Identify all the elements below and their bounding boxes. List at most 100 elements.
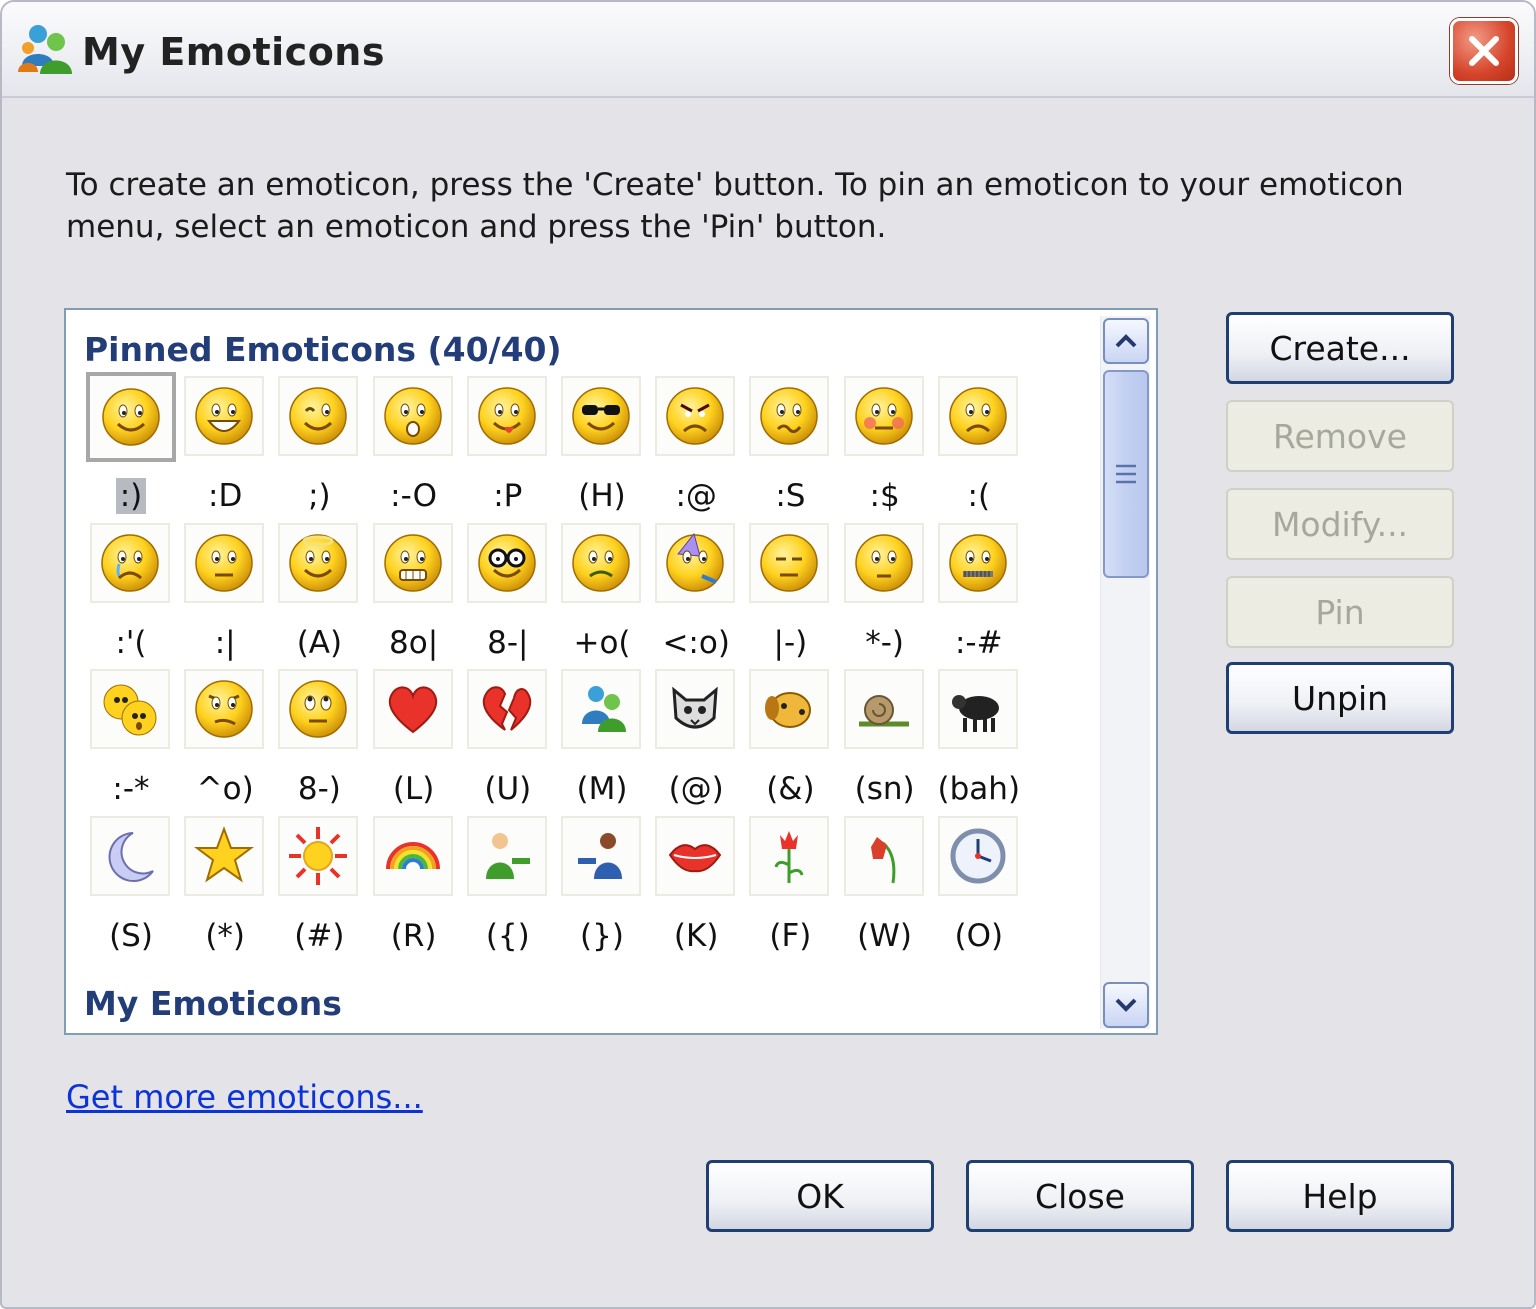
rainbow-icon: [372, 815, 453, 896]
emoticon-shortcut-text: ({): [485, 917, 530, 954]
emoticon-item[interactable]: :-O: [367, 374, 461, 520]
close-window-button[interactable]: [1450, 18, 1518, 84]
get-more-emoticons-link[interactable]: Get more emoticons...: [66, 1078, 423, 1116]
emoticon-shortcut: :): [84, 478, 178, 514]
emoticon-item[interactable]: (sn): [838, 667, 932, 813]
emoticon-item[interactable]: (K): [649, 814, 743, 960]
emoticon-item[interactable]: :P: [461, 374, 555, 520]
scroll-up-button[interactable]: [1103, 318, 1149, 364]
emoticon-item[interactable]: :@: [649, 374, 743, 520]
angry-icon: [655, 376, 736, 456]
emoticon-item[interactable]: (&): [743, 667, 837, 813]
sad-icon: [937, 376, 1018, 456]
emoticon-shortcut: :'(: [84, 625, 178, 661]
emoticon-shortcut: *-): [838, 625, 932, 661]
emoticon-shortcut-text: :$: [869, 478, 900, 514]
ok-button[interactable]: OK: [706, 1160, 934, 1232]
emoticon-list[interactable]: Pinned Emoticons (40/40) :) :D;) :-O :P (H):…: [64, 308, 1158, 1035]
emoticon-shortcut: (R): [367, 918, 461, 954]
emoticon-item[interactable]: (H): [555, 374, 649, 520]
emoticon-shortcut-text: (R): [390, 917, 437, 954]
emoticon-item[interactable]: :S: [743, 374, 837, 520]
modify-button[interactable]: Modify...: [1226, 488, 1454, 560]
sarcastic-icon: [184, 669, 265, 749]
help-button[interactable]: Help: [1226, 1160, 1454, 1232]
emoticon-shortcut-text: (*): [205, 917, 246, 954]
emoticon-item[interactable]: :D: [178, 374, 272, 520]
emoticon-item[interactable]: |-): [743, 521, 837, 667]
emoticon-item[interactable]: (A): [272, 521, 366, 667]
emoticon-item[interactable]: :-*: [84, 667, 178, 813]
emoticon-item[interactable]: (M): [555, 667, 649, 813]
emoticon-shortcut-text: :@: [675, 478, 717, 514]
emoticon-shortcut-text: :'(: [115, 624, 147, 661]
close-button[interactable]: Close: [966, 1160, 1194, 1232]
emoticon-item[interactable]: :): [84, 372, 178, 520]
emoticon-item[interactable]: 8-): [272, 667, 366, 813]
emoticon-shortcut-text: <:o): [662, 624, 730, 661]
emoticon-shortcut: (L): [367, 771, 461, 807]
instructions-text: To create an emoticon, press the 'Create…: [66, 167, 1404, 245]
emoticon-item[interactable]: (R): [367, 814, 461, 960]
emoticon-item[interactable]: ^o): [178, 667, 272, 813]
emoticon-item[interactable]: <:o): [649, 521, 743, 667]
emoticon-item[interactable]: :|: [178, 521, 272, 667]
emoticon-item[interactable]: (O): [932, 814, 1026, 960]
emoticon-shortcut: 8o|: [367, 625, 461, 661]
pin-button[interactable]: Pin: [1226, 576, 1454, 648]
emoticon-shortcut-text: :-*: [112, 771, 150, 807]
emoticon-item[interactable]: :'(: [84, 521, 178, 667]
emoticon-item[interactable]: (L): [367, 667, 461, 813]
party-icon: [655, 522, 736, 603]
black-sheep-icon: [937, 669, 1018, 749]
emoticon-item[interactable]: 8o|: [367, 521, 461, 667]
emoticon-shortcut: +o(: [555, 625, 649, 661]
emoticon-shortcut-text: (&): [766, 771, 815, 807]
emoticon-item[interactable]: (U): [461, 667, 555, 813]
scroll-thumb[interactable]: [1103, 370, 1149, 578]
emoticon-shortcut: (A): [272, 625, 366, 661]
emoticon-shortcut-text: (}): [580, 917, 624, 954]
emoticon-item[interactable]: (#): [272, 814, 366, 960]
emoticon-item[interactable]: (W): [838, 814, 932, 960]
pinned-emoticons-heading: Pinned Emoticons (40/40): [84, 330, 562, 369]
emoticon-shortcut-text: ;): [308, 478, 331, 514]
broken-heart-icon: [466, 669, 547, 749]
emoticon-shortcut: ;): [272, 478, 366, 514]
emoticon-shortcut-text: :-#: [954, 624, 1003, 661]
create-button[interactable]: Create...: [1226, 312, 1454, 384]
emoticon-shortcut: :$: [838, 478, 932, 514]
scroll-down-button[interactable]: [1103, 982, 1149, 1028]
emoticon-item[interactable]: (@): [649, 667, 743, 813]
emoticon-item[interactable]: 8-|: [461, 521, 555, 667]
emoticon-shortcut-text: :D: [208, 478, 243, 514]
tongue-out-icon: [466, 376, 547, 456]
emoticon-item[interactable]: ;): [272, 374, 366, 520]
unpin-button[interactable]: Unpin: [1226, 662, 1454, 734]
eye-rolling-icon: [278, 669, 359, 749]
close-icon: [1469, 36, 1499, 66]
vertical-scrollbar[interactable]: [1100, 316, 1150, 1029]
emoticon-item[interactable]: (S): [84, 814, 178, 960]
disappointed-icon: [184, 522, 265, 603]
emoticon-shortcut-text: *-): [865, 624, 904, 661]
emoticon-shortcut: (O): [932, 918, 1026, 954]
emoticon-item[interactable]: :(: [932, 374, 1026, 520]
emoticon-item[interactable]: *-): [838, 521, 932, 667]
crying-icon: [90, 522, 170, 603]
emoticon-item[interactable]: (}): [555, 814, 649, 960]
emoticon-shortcut: ({): [461, 918, 555, 954]
red-heart-icon: [372, 669, 453, 749]
emoticon-item[interactable]: (*): [178, 814, 272, 960]
emoticon-shortcut-text: :-O: [390, 478, 438, 514]
emoticon-item[interactable]: :$: [838, 374, 932, 520]
emoticon-shortcut-text: (A): [296, 624, 343, 661]
emoticon-item[interactable]: ({): [461, 814, 555, 960]
remove-button[interactable]: Remove: [1226, 400, 1454, 472]
emoticon-item[interactable]: (F): [743, 814, 837, 960]
emoticon-shortcut-text: (O): [954, 917, 1004, 954]
emoticon-item[interactable]: (bah): [932, 667, 1026, 813]
emoticon-item[interactable]: :-#: [932, 521, 1026, 667]
emoticon-shortcut: 8-|: [461, 625, 555, 661]
emoticon-item[interactable]: +o(: [555, 521, 649, 667]
